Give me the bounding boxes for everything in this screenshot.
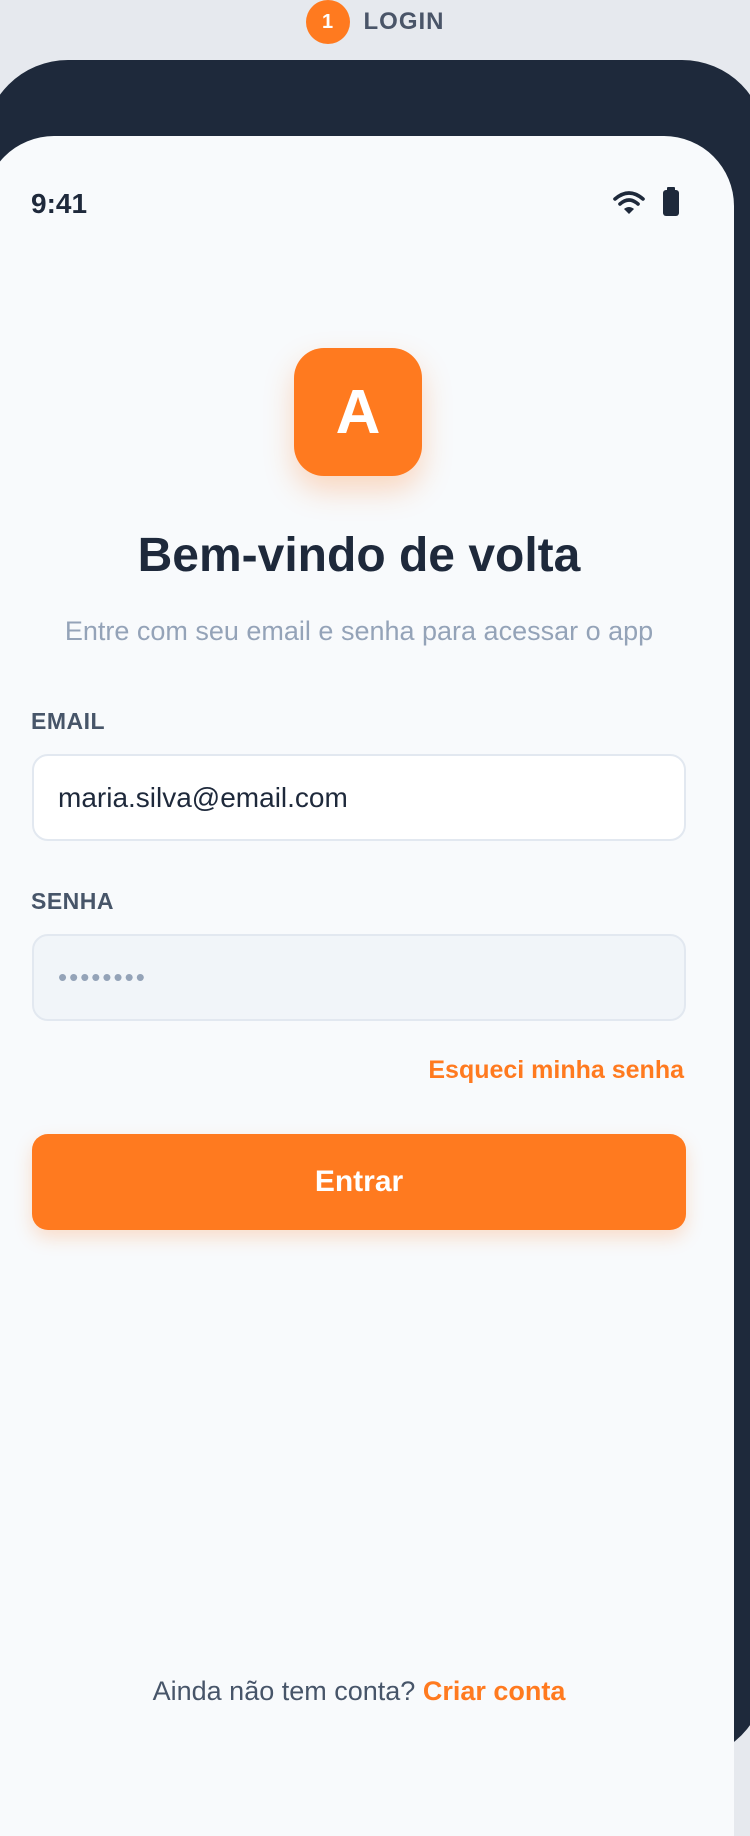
login-button[interactable]: Entrar (32, 1134, 686, 1230)
password-label: SENHA (31, 888, 115, 914)
password-field[interactable]: •••••••• (32, 934, 686, 1021)
step-label: LOGIN (363, 8, 445, 35)
signup-prompt-text: Ainda não tem conta? (152, 1676, 416, 1706)
app-logo: A (294, 348, 422, 476)
wifi-icon (613, 191, 645, 214)
email-field[interactable] (32, 754, 686, 841)
forgot-password-link[interactable]: Esqueci minha senha (428, 1056, 684, 1085)
status-time: 9:41 (31, 188, 88, 219)
create-account-link[interactable]: Criar conta (423, 1676, 566, 1706)
signup-prompt: Ainda não tem conta? Criar conta (0, 1676, 734, 1707)
status-bar: 9:41 (0, 187, 734, 228)
phone-frame: 9:41 A Bem-vindo de volta Entre com seu … (0, 60, 750, 1836)
step-number-badge: 1 (305, 0, 350, 44)
step-indicator: 1 LOGIN (0, 0, 750, 44)
page-subtitle: Entre com seu email e senha para acessar… (64, 616, 654, 646)
phone-screen: 9:41 A Bem-vindo de volta Entre com seu … (0, 136, 734, 1836)
email-label: EMAIL (31, 708, 106, 734)
page-title: Bem-vindo de volta (137, 529, 581, 582)
battery-icon (663, 187, 679, 216)
